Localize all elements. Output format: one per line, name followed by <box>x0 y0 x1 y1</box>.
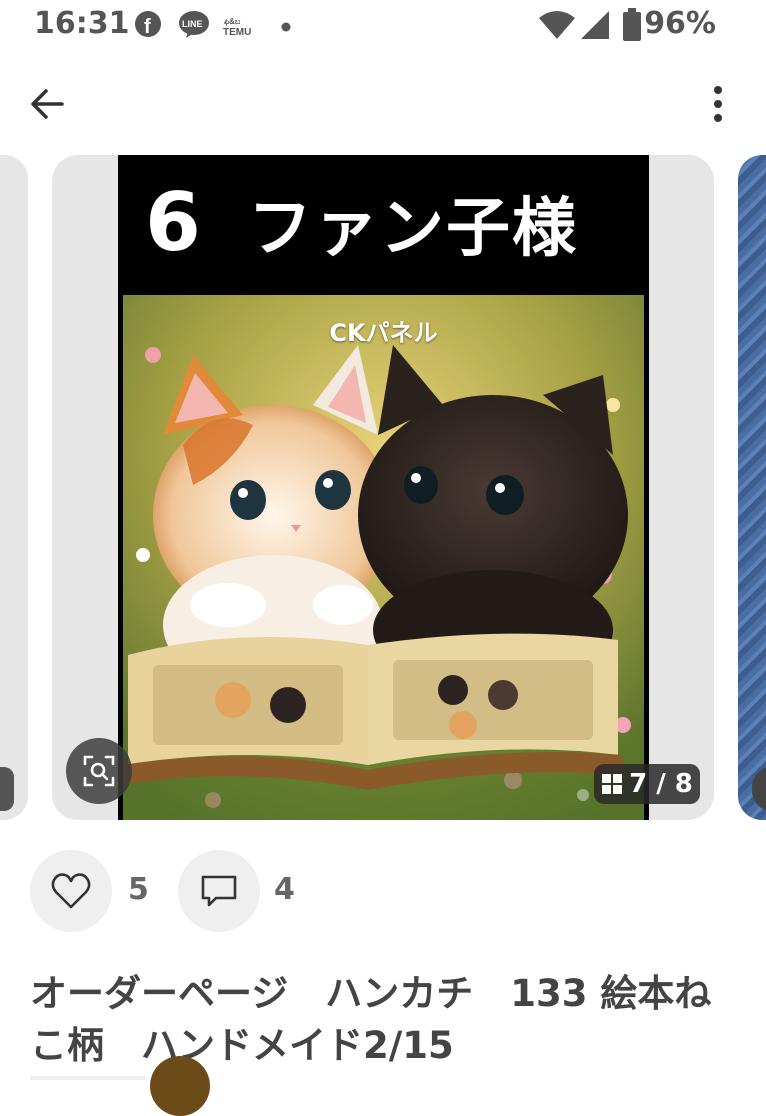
comment-icon <box>201 875 237 907</box>
like-button[interactable] <box>30 850 112 932</box>
next-image-card[interactable] <box>738 155 766 820</box>
tab-underline <box>30 1076 146 1080</box>
image-counter-text: 7 / 8 <box>629 769 693 799</box>
heart-icon <box>51 873 91 909</box>
facebook-icon: f <box>134 10 162 42</box>
comment-count: 4 <box>274 872 295 907</box>
dot-icon <box>280 18 292 37</box>
back-button[interactable] <box>26 82 70 126</box>
line-label: LINE <box>182 19 203 29</box>
status-bar: 16:31 f LINE ಫಿ&ಬ TEMU 96% <box>0 0 766 52</box>
line-icon: LINE <box>178 10 210 42</box>
art-caption: CKパネル <box>329 319 438 347</box>
item-title: オーダーページ ハンカチ 133 絵本ねこ柄 ハンドメイド2/15 <box>30 972 712 1067</box>
battery-icon <box>622 8 642 46</box>
current-image-card[interactable]: 6 ファン子様 CKパネル <box>52 155 714 820</box>
previous-image-card[interactable] <box>0 155 28 820</box>
more-vertical-icon <box>714 86 722 122</box>
status-time: 16:31 <box>34 6 130 41</box>
svg-text:f: f <box>144 16 151 38</box>
battery-percent: 96% <box>644 6 716 41</box>
more-options-button[interactable] <box>696 82 740 126</box>
temu-icon: ಫಿ&ಬ TEMU <box>222 14 258 42</box>
comment-button[interactable] <box>178 850 260 932</box>
previous-card-badge <box>0 767 14 811</box>
wifi-icon <box>538 10 576 44</box>
svg-text:ಫಿ&ಬ: ಫಿ&ಬ <box>224 17 241 26</box>
kittens-illustration: CKパネル <box>123 295 644 820</box>
arrow-left-icon <box>31 89 64 119</box>
like-count: 5 <box>128 872 149 907</box>
seller-avatar[interactable] <box>150 1056 210 1116</box>
banner-number: 6 <box>145 176 201 269</box>
photo-banner: 6 ファン子様 <box>118 155 649 290</box>
visual-search-button[interactable] <box>66 738 132 804</box>
product-photo[interactable]: 6 ファン子様 CKパネル <box>118 155 649 820</box>
visual-search-icon <box>83 755 115 787</box>
signal-icon <box>580 10 610 44</box>
grid-icon <box>602 774 623 794</box>
image-carousel[interactable]: 6 ファン子様 CKパネル <box>0 155 766 820</box>
temu-label: TEMU <box>223 27 251 38</box>
kittens-artwork <box>123 295 644 820</box>
banner-text: ファン子様 <box>248 191 578 266</box>
image-counter[interactable]: 7 / 8 <box>594 764 700 804</box>
